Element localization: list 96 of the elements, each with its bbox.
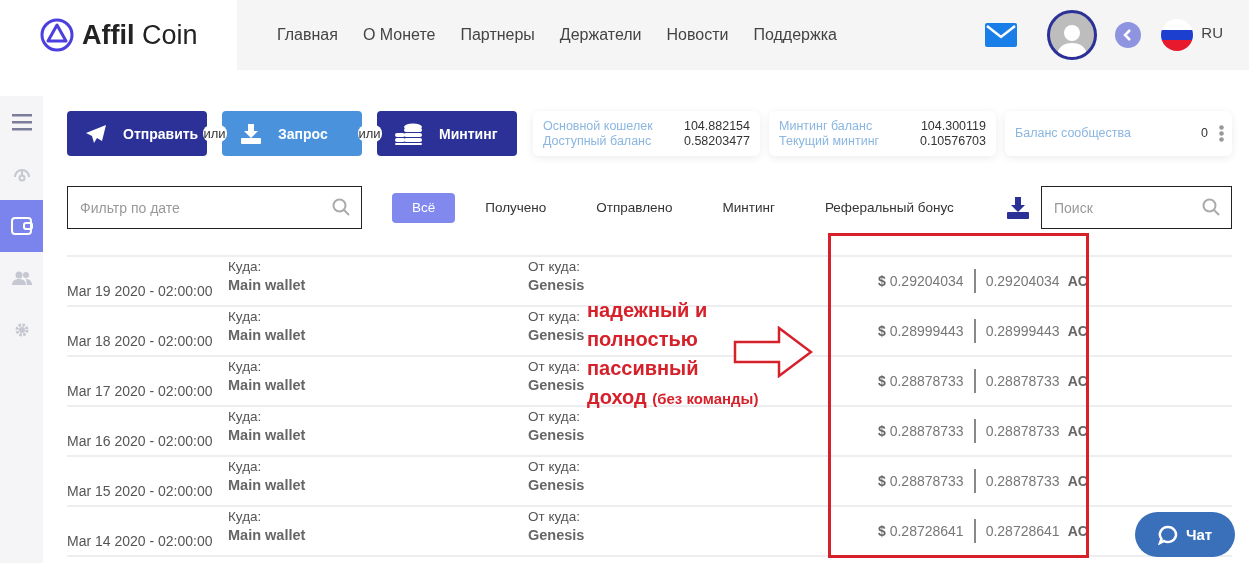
coins-icon: [395, 122, 423, 145]
from-label: От куда:: [528, 508, 580, 526]
date-text: Mar 16 2020 - 02:00:00: [67, 433, 214, 451]
balance-label: Доступный баланс: [543, 133, 652, 149]
annotation-text: надежный и: [587, 298, 708, 323]
nav-link[interactable]: Новости: [666, 26, 729, 44]
unit-label: AC: [1067, 473, 1088, 489]
date-text: Mar 19 2020 - 02:00:00: [67, 283, 214, 301]
search-icon: [332, 198, 350, 216]
date-text: Mar 17 2020 - 02:00:00: [67, 383, 214, 401]
balance-label: Текущий минтинг: [779, 133, 880, 149]
sidebar-item[interactable]: [0, 200, 43, 252]
coin-amount: 0.28728641: [985, 523, 1060, 539]
from-value: Genesis: [528, 526, 585, 544]
date-text: Mar 14 2020 - 02:00:00: [67, 533, 214, 551]
settings-icon: [13, 322, 30, 338]
coin-amount: 0.28878733: [985, 373, 1060, 389]
paper-plane-icon: [85, 123, 107, 144]
to-label: Куда:: [228, 458, 262, 476]
date-filter-field[interactable]: Фильтр по дате: [67, 186, 362, 229]
date-text: Mar 15 2020 - 02:00:00: [67, 483, 214, 501]
to-value: Main wallet: [228, 326, 306, 344]
to-label: Куда:: [228, 358, 262, 376]
filter-tab[interactable]: Отправлено: [576, 192, 693, 223]
to-label: Куда:: [228, 258, 262, 276]
usd-amount: $ 0.28728641: [878, 523, 964, 539]
balance-value: 104.300119: [920, 118, 986, 134]
coin-amount: 0.28878733: [985, 423, 1060, 439]
usd-amount: $ 0.28878733: [878, 473, 964, 489]
from-label: От куда:: [528, 408, 580, 426]
from-value: Genesis: [528, 426, 585, 444]
to-value: Main wallet: [228, 376, 306, 394]
annotation-text: доход (без команды): [587, 385, 759, 410]
usd-amount: $ 0.28999443: [878, 323, 964, 339]
balance-value: 0.58203477: [683, 133, 750, 149]
nav-link[interactable]: Партнеры: [460, 26, 535, 44]
to-label: Куда:: [228, 408, 262, 426]
more-icon[interactable]: [1219, 125, 1224, 142]
search-field[interactable]: Поиск: [1041, 186, 1232, 229]
logo-icon: [40, 18, 74, 52]
download-icon: [240, 123, 262, 144]
from-value: Genesis: [528, 476, 585, 494]
from-value: Genesis: [528, 326, 585, 344]
usd-amount: $ 0.29204034: [878, 273, 964, 289]
unit-label: AC: [1067, 373, 1088, 389]
nav-link[interactable]: Поддержка: [753, 26, 837, 44]
to-value: Main wallet: [228, 476, 306, 494]
usd-amount: $ 0.28878733: [878, 423, 964, 439]
unit-label: AC: [1067, 523, 1088, 539]
arrow-icon: [733, 326, 813, 378]
flag-icon[interactable]: [1161, 19, 1194, 51]
chat-button[interactable]: Чат: [1135, 512, 1235, 557]
balance-label: Баланс сообщества: [1015, 126, 1131, 141]
mail-icon[interactable]: [985, 23, 1018, 47]
language-label[interactable]: RU: [1201, 23, 1223, 41]
to-label: Куда:: [228, 508, 262, 526]
to-value: Main wallet: [228, 426, 306, 444]
menu-icon: [11, 113, 32, 131]
date-text: Mar 18 2020 - 02:00:00: [67, 333, 214, 351]
balance-value: 104.882154: [683, 118, 750, 134]
to-label: Куда:: [228, 308, 262, 326]
from-value: Genesis: [528, 276, 585, 294]
nav-link[interactable]: О Монете: [362, 26, 436, 44]
annotation-text: полностью: [587, 327, 698, 352]
unit-label: AC: [1067, 423, 1088, 439]
avatar[interactable]: [1047, 10, 1098, 60]
download-icon[interactable]: [1007, 196, 1029, 219]
coin-amount: 0.29204034: [985, 273, 1060, 289]
from-label: От куда:: [528, 358, 580, 376]
search-icon: [1202, 198, 1220, 216]
people-icon: [11, 271, 32, 285]
balance-label: Основной кошелек: [543, 118, 653, 134]
logo-text: Affil Coin: [82, 19, 198, 51]
usd-amount: $ 0.28878733: [878, 373, 964, 389]
filter-tab[interactable]: Минтинг: [702, 192, 795, 223]
from-label: От куда:: [528, 258, 580, 276]
from-label: От куда:: [528, 458, 580, 476]
from-label: От куда:: [528, 308, 580, 326]
wallet-icon: [10, 217, 33, 235]
to-value: Main wallet: [228, 276, 306, 294]
unit-label: AC: [1067, 323, 1088, 339]
nav-link[interactable]: Держатели: [559, 26, 642, 44]
balance-label: Минтинг баланс: [779, 118, 873, 134]
balance-value: 0.10576703: [919, 133, 986, 149]
filter-tab[interactable]: Реферальный бонус: [804, 192, 974, 223]
unit-label: AC: [1067, 273, 1088, 289]
nav-link[interactable]: Главная: [277, 26, 338, 44]
balance-value: 0: [1201, 126, 1208, 141]
to-value: Main wallet: [228, 526, 306, 544]
annotation-text: пассивный: [587, 356, 699, 381]
coin-amount: 0.28999443: [985, 323, 1060, 339]
back-button[interactable]: [1115, 22, 1142, 48]
filter-tab[interactable]: Получено: [465, 192, 567, 223]
from-value: Genesis: [528, 376, 585, 394]
coin-amount: 0.28878733: [985, 473, 1060, 489]
chat-icon: [1157, 524, 1178, 545]
